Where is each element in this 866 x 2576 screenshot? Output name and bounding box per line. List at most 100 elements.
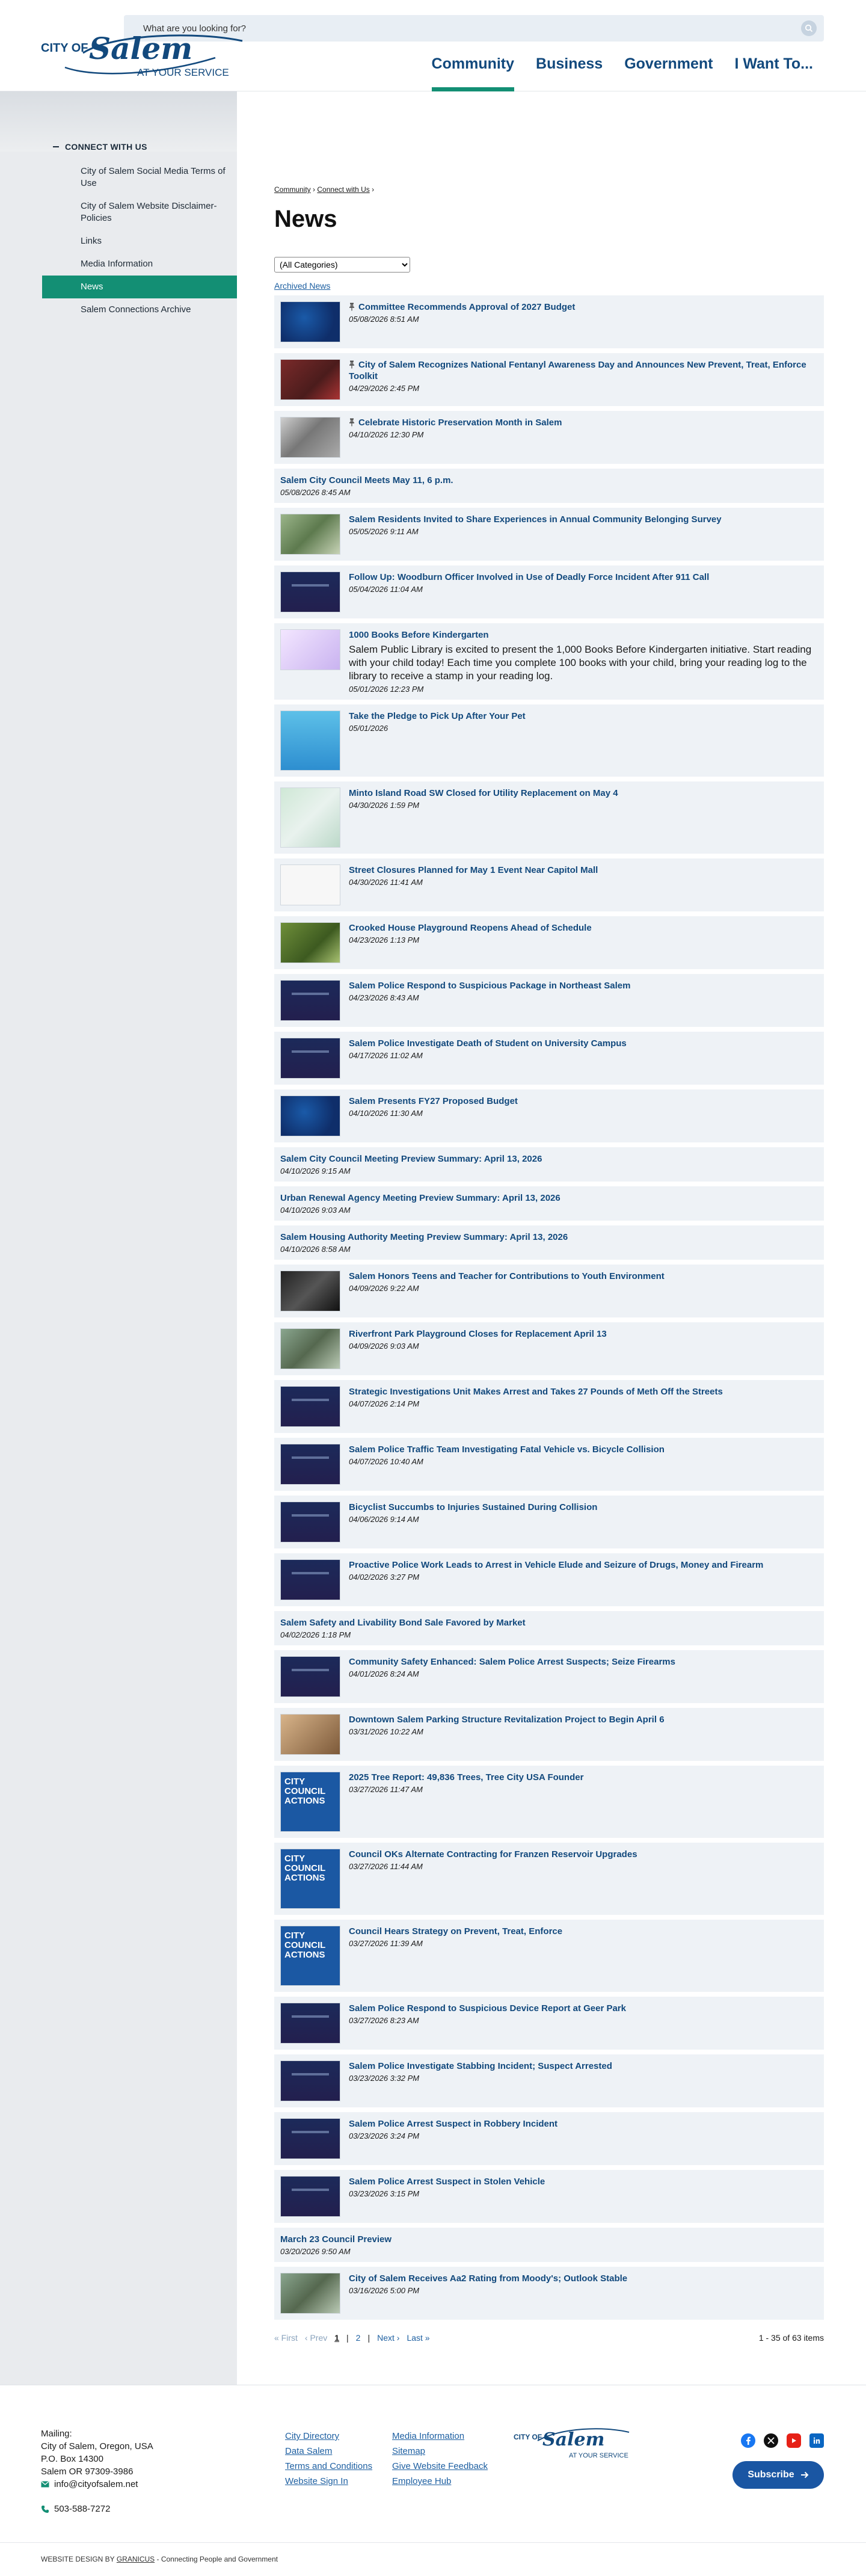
news-thumbnail[interactable] — [280, 2060, 340, 2101]
search-button[interactable] — [801, 20, 817, 36]
news-thumbnail[interactable] — [280, 1714, 340, 1755]
footer-salem-logo[interactable]: CITY OF Salem AT YOUR SERVICE — [514, 2423, 634, 2465]
sidebar-item-media-information[interactable]: Media Information — [42, 253, 237, 276]
news-thumbnail[interactable]: CITY COUNCIL ACTIONS — [280, 1772, 340, 1832]
news-title-link[interactable]: Salem Police Respond to Suspicious Devic… — [349, 2003, 626, 2014]
news-thumbnail[interactable] — [280, 1038, 340, 1079]
news-thumbnail[interactable] — [280, 1502, 340, 1542]
footer-link-city-directory[interactable]: City Directory — [285, 2431, 392, 2441]
news-title-link[interactable]: City of Salem Recognizes National Fentan… — [349, 360, 806, 381]
news-title-link[interactable]: Riverfront Park Playground Closes for Re… — [349, 1329, 607, 1339]
footer-link-sign-in[interactable]: Website Sign In — [285, 2476, 392, 2486]
sidebar-heading[interactable]: CONNECT WITH US — [42, 134, 237, 160]
footer-link-terms[interactable]: Terms and Conditions — [285, 2461, 392, 2471]
nav-i-want-to[interactable]: I Want To... — [723, 54, 824, 91]
footer-link-sitemap[interactable]: Sitemap — [392, 2446, 500, 2456]
news-title-link[interactable]: Crooked House Playground Reopens Ahead o… — [349, 923, 592, 933]
news-title-link[interactable]: City of Salem Receives Aa2 Rating from M… — [349, 2273, 627, 2284]
news-title-link[interactable]: Council Hears Strategy on Prevent, Treat… — [349, 1926, 562, 1937]
news-title-link[interactable]: Salem Police Arrest Suspect in Robbery I… — [349, 2119, 557, 2129]
news-thumbnail[interactable]: CITY COUNCIL ACTIONS — [280, 1926, 340, 1986]
footer-link-employee-hub[interactable]: Employee Hub — [392, 2476, 500, 2486]
news-thumbnail[interactable] — [280, 2003, 340, 2044]
news-title-link[interactable]: 1000 Books Before Kindergarten — [349, 630, 489, 640]
news-title-link[interactable]: Salem Safety and Livability Bond Sale Fa… — [280, 1618, 526, 1628]
news-title-link[interactable]: Salem Honors Teens and Teacher for Contr… — [349, 1271, 665, 1281]
pager-prev[interactable]: ‹ Prev — [305, 2333, 327, 2343]
breadcrumb-community[interactable]: Community — [274, 185, 311, 194]
news-thumbnail[interactable] — [280, 1095, 340, 1136]
news-title-link[interactable]: Salem Presents FY27 Proposed Budget — [349, 1096, 518, 1106]
news-thumbnail[interactable] — [280, 710, 340, 771]
news-title-link[interactable]: Salem Police Arrest Suspect in Stolen Ve… — [349, 2177, 545, 2187]
news-thumbnail[interactable] — [280, 301, 340, 342]
linkedin-icon[interactable] — [809, 2433, 824, 2448]
news-thumbnail[interactable] — [280, 864, 340, 905]
news-thumbnail[interactable] — [280, 1271, 340, 1311]
city-of-salem-logo[interactable]: CITY OF Salem AT YOUR SERVICE — [41, 28, 251, 79]
nav-community[interactable]: Community — [421, 54, 526, 91]
news-thumbnail[interactable]: CITY COUNCIL ACTIONS — [280, 1849, 340, 1909]
pager-last[interactable]: Last » — [407, 2333, 429, 2343]
news-thumbnail[interactable] — [280, 1656, 340, 1697]
news-title-link[interactable]: Celebrate Historic Preservation Month in… — [358, 418, 562, 428]
news-title-link[interactable]: Street Closures Planned for May 1 Event … — [349, 865, 598, 875]
footer-link-data-salem[interactable]: Data Salem — [285, 2446, 392, 2456]
pager-next[interactable]: Next › — [377, 2333, 399, 2343]
category-select[interactable]: (All Categories) — [274, 257, 410, 273]
sidebar-item-links[interactable]: Links — [42, 230, 237, 253]
news-thumbnail[interactable] — [280, 922, 340, 963]
news-title-link[interactable]: Bicyclist Succumbs to Injuries Sustained… — [349, 1502, 597, 1512]
news-thumbnail[interactable] — [280, 787, 340, 848]
news-thumbnail[interactable] — [280, 417, 340, 458]
news-title-link[interactable]: Salem Police Investigate Stabbing Incide… — [349, 2061, 612, 2071]
pager-page-2[interactable]: 2 — [356, 2333, 361, 2343]
news-title-link[interactable]: Downtown Salem Parking Structure Revital… — [349, 1715, 665, 1725]
sidebar-item-connections-archive[interactable]: Salem Connections Archive — [42, 298, 237, 321]
news-title-link[interactable]: Committee Recommends Approval of 2027 Bu… — [358, 302, 575, 312]
news-title-link[interactable]: Urban Renewal Agency Meeting Preview Sum… — [280, 1193, 560, 1203]
news-thumbnail[interactable] — [280, 1386, 340, 1427]
news-title-link[interactable]: Community Safety Enhanced: Salem Police … — [349, 1657, 675, 1667]
news-title-link[interactable]: Council OKs Alternate Contracting for Fr… — [349, 1849, 637, 1860]
news-title-link[interactable]: Follow Up: Woodburn Officer Involved in … — [349, 572, 709, 582]
news-title-link[interactable]: Salem Housing Authority Meeting Preview … — [280, 1232, 568, 1242]
news-thumbnail[interactable] — [280, 1328, 340, 1369]
footer-email[interactable]: info@cityofsalem.net — [41, 2478, 153, 2491]
footer-phone[interactable]: 503-588-7272 — [41, 2503, 153, 2515]
news-title-link[interactable]: Salem City Council Meets May 11, 6 p.m. — [280, 475, 453, 485]
news-title-link[interactable]: Minto Island Road SW Closed for Utility … — [349, 788, 618, 798]
youtube-icon[interactable] — [787, 2433, 801, 2448]
news-title-link[interactable]: Salem City Council Meeting Preview Summa… — [280, 1154, 542, 1164]
nav-government[interactable]: Government — [613, 54, 723, 91]
news-title-link[interactable]: Salem Police Traffic Team Investigating … — [349, 1444, 665, 1455]
news-thumbnail[interactable] — [280, 359, 340, 400]
news-title-link[interactable]: Take the Pledge to Pick Up After Your Pe… — [349, 711, 526, 721]
news-thumbnail[interactable] — [280, 572, 340, 612]
news-title-link[interactable]: Strategic Investigations Unit Makes Arre… — [349, 1387, 723, 1397]
breadcrumb-connect-with-us[interactable]: Connect with Us — [317, 185, 369, 194]
news-thumbnail[interactable] — [280, 2176, 340, 2217]
news-title-link[interactable]: March 23 Council Preview — [280, 2234, 392, 2245]
sidebar-item-news[interactable]: News — [42, 276, 237, 298]
facebook-icon[interactable] — [741, 2433, 755, 2448]
news-title-link[interactable]: Salem Residents Invited to Share Experie… — [349, 514, 722, 525]
pager-first[interactable]: « First — [274, 2333, 298, 2343]
sidebar-item-website-disclaimer[interactable]: City of Salem Website Disclaimer-Policie… — [42, 195, 237, 230]
news-title-link[interactable]: 2025 Tree Report: 49,836 Trees, Tree Cit… — [349, 1772, 583, 1783]
news-title-link[interactable]: Salem Police Respond to Suspicious Packa… — [349, 981, 630, 991]
granicus-link[interactable]: GRANICUS — [117, 2555, 155, 2563]
sidebar-item-social-media-terms[interactable]: City of Salem Social Media Terms of Use — [42, 160, 237, 195]
pager-page-1[interactable]: 1 — [334, 2333, 339, 2343]
archived-news-link[interactable]: Archived News — [274, 281, 824, 291]
news-title-link[interactable]: Salem Police Investigate Death of Studen… — [349, 1038, 627, 1049]
news-thumbnail[interactable] — [280, 2118, 340, 2159]
news-thumbnail[interactable] — [280, 629, 340, 670]
news-title-link[interactable]: Proactive Police Work Leads to Arrest in… — [349, 1560, 763, 1570]
subscribe-button[interactable]: Subscribe — [732, 2461, 824, 2489]
news-thumbnail[interactable] — [280, 2273, 340, 2314]
x-twitter-icon[interactable] — [764, 2433, 778, 2448]
footer-link-feedback[interactable]: Give Website Feedback — [392, 2461, 500, 2471]
footer-link-media-information[interactable]: Media Information — [392, 2431, 500, 2441]
news-thumbnail[interactable] — [280, 1559, 340, 1600]
